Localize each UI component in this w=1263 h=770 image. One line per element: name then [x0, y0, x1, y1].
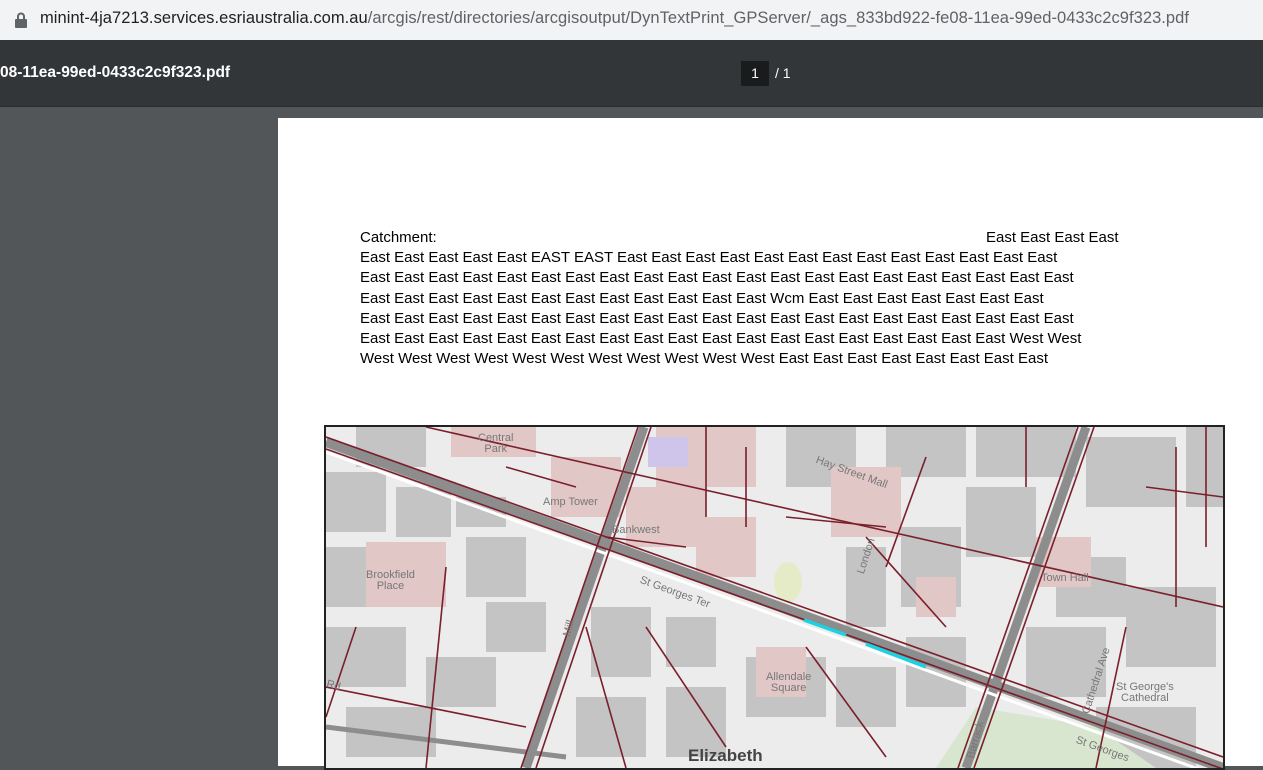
browser-address-bar[interactable]: minint-4ja7213.services.esriaustralia.co… — [0, 0, 1263, 40]
catchment-line: Catchment: East East East East — [360, 228, 1180, 248]
catchment-line: East East East East East East East East … — [360, 289, 1044, 307]
map-purple-block — [648, 437, 688, 467]
map-image: Central Park Amp Tower Bankwest Brookfiel… — [324, 425, 1225, 770]
catchment-label: Catchment: — [360, 229, 437, 246]
pdf-filename: 08-11ea-99ed-0433c2c9f323.pdf — [0, 64, 231, 81]
catchment-line: East East East East East East East East … — [360, 330, 1082, 348]
map-park-patch — [774, 562, 802, 602]
map-label-bankwest: Bankwest — [612, 524, 660, 536]
map-label-allendale-square: Allendale Square — [766, 671, 812, 694]
page-number-input[interactable]: 1 — [741, 61, 769, 86]
url-text[interactable]: minint-4ja7213.services.esriaustralia.co… — [40, 9, 1189, 28]
catchment-line: East East East East East East East East … — [360, 269, 1074, 287]
pdf-page: Catchment: East East East East East East … — [278, 118, 1263, 770]
url-path: /arcgis/rest/directories/arcgisoutput/Dy… — [367, 9, 1190, 27]
lock-icon — [15, 12, 27, 28]
page-total: / 1 — [775, 65, 791, 81]
catchment-text: Catchment: East East East East East East … — [360, 228, 1180, 369]
map-label-town-hall: Town Hall — [1041, 572, 1089, 584]
map-label-amp-tower: Amp Tower — [543, 496, 598, 508]
pdf-toolbar: 08-11ea-99ed-0433c2c9f323.pdf 1 / 1 — [0, 40, 1263, 107]
catchment-line: East East East East East East East East … — [360, 309, 1074, 327]
map-drawing — [326, 427, 1223, 768]
catchment-line: West West West West West West West West … — [360, 350, 1048, 368]
map-label-st-georges-cathedral: St George's Cathedral — [1116, 681, 1174, 704]
map-label-central-park: Central Park — [478, 432, 514, 455]
map-label-elizabeth: Elizabeth — [688, 746, 763, 765]
map-label-brookfield-place: Brookfield Place — [366, 569, 415, 592]
catchment-line-text: East East East East — [986, 229, 1119, 246]
catchment-line: East East East East East EAST EAST East … — [360, 249, 1058, 267]
url-host: minint-4ja7213.services.esriaustralia.co… — [40, 9, 368, 27]
